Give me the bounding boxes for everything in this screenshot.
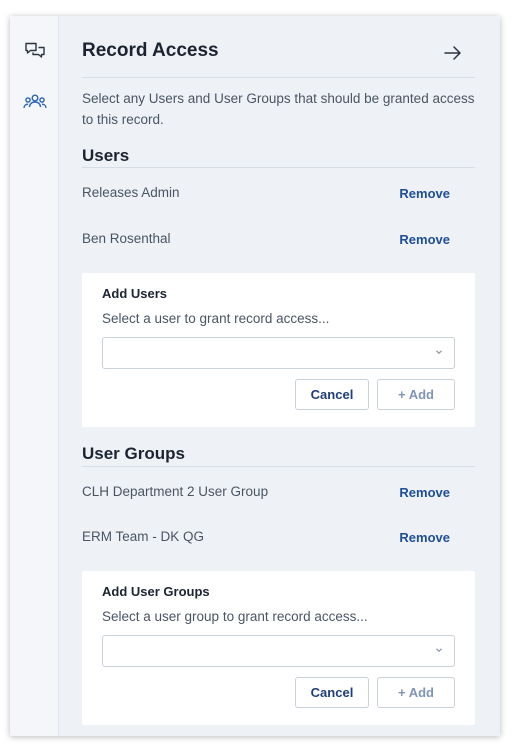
add-user-groups-card: Add User Groups Select a user group to g… [82,571,475,725]
page-title: Record Access [82,40,219,61]
add-user-groups-instructions: Select a user group to grant record acce… [102,609,368,624]
user-name: Releases Admin [82,185,180,200]
record-access-window: Record Access Select any Users and User … [10,16,500,736]
user-group-name: CLH Department 2 User Group [82,484,269,499]
user-name: Ben Rosenthal [82,231,171,246]
user-select[interactable] [102,337,455,369]
remove-user-button[interactable]: Remove [399,186,450,201]
user-group-select[interactable] [102,635,455,667]
description-text: Select any Users and User Groups that sh… [82,91,475,127]
side-rail [10,16,59,736]
add-users-card: Add Users Select a user to grant record … [82,273,475,427]
user-groups-section-title: User Groups [82,444,185,463]
divider [82,77,475,78]
add-user-groups-title: Add User Groups [102,584,210,599]
remove-user-group-button[interactable]: Remove [399,485,450,500]
remove-user-button[interactable]: Remove [399,232,450,247]
cancel-button[interactable]: Cancel [295,379,369,410]
arrow-right-icon[interactable] [442,42,464,64]
add-user-group-button[interactable]: + Add [377,677,455,708]
chevron-down-icon [436,648,442,653]
divider [82,466,475,467]
chevron-down-icon [436,350,442,355]
add-users-instructions: Select a user to grant record access... [102,311,330,326]
add-users-title: Add Users [102,286,168,301]
user-group-name: ERM Team - DK QG [82,529,205,544]
add-user-button[interactable]: + Add [377,379,455,410]
users-icon[interactable] [22,91,48,113]
cancel-button[interactable]: Cancel [295,677,369,708]
comments-icon[interactable] [22,40,48,62]
users-section-title: Users [82,146,130,165]
remove-user-group-button[interactable]: Remove [399,530,450,545]
divider [82,167,475,168]
record-access-panel: Record Access Select any Users and User … [59,16,500,736]
